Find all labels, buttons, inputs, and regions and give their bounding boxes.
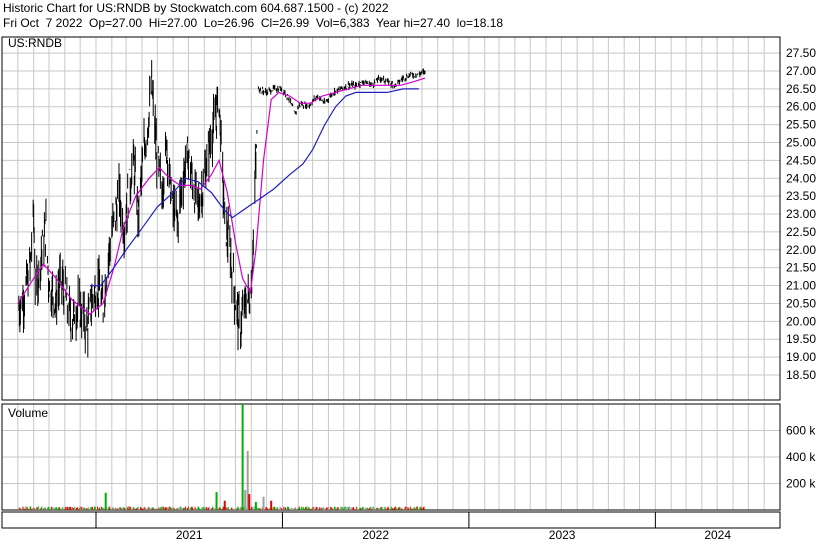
x-tick-label: 2024 [704, 528, 731, 542]
y-tick-label: 19.50 [786, 332, 816, 346]
volume-bar [241, 404, 244, 510]
x-tick-label: 2022 [362, 528, 389, 542]
y-tick-label: 23.00 [786, 207, 816, 221]
axis-labels: 27.50 27.00 26.50 26.00 25.50 25.00 24.50 24.00… [8, 36, 816, 542]
volume-bar [248, 494, 251, 510]
y-tick-label: 25.00 [786, 136, 816, 150]
stock-chart: 27.50 27.00 26.50 26.00 25.50 25.00 24.50 24.00… [1, 36, 816, 542]
volume-bar [262, 496, 265, 510]
y-tick-label: 19.00 [786, 350, 816, 364]
volume-bar [270, 500, 273, 510]
volume-bar [215, 492, 218, 510]
y-tick-label: 22.00 [786, 243, 816, 257]
volume-tick-label: 400 k [786, 450, 816, 464]
volume-bar [223, 500, 226, 510]
y-tick-label: 24.50 [786, 153, 816, 167]
x-tick-label: 2021 [176, 528, 203, 542]
x-tick-label: 2023 [549, 528, 576, 542]
x-axis-frame [1, 511, 781, 529]
y-tick-label: 18.50 [786, 368, 816, 382]
y-tick-label: 24.00 [786, 171, 816, 185]
volume-bar [104, 492, 107, 510]
y-tick-label: 22.50 [786, 225, 816, 239]
y-tick-label: 27.00 [786, 64, 816, 78]
y-tick-label: 21.50 [786, 261, 816, 275]
volume-tick-label: 600 k [786, 424, 816, 438]
moving-average-slow [89, 88, 419, 287]
symbol-label: US:RNDB [8, 36, 62, 50]
volume-bar [254, 502, 257, 510]
grid [1, 37, 781, 510]
y-tick-label: 26.50 [786, 82, 816, 96]
volume-bar [244, 490, 247, 510]
y-tick-label: 26.00 [786, 100, 816, 114]
y-tick-label: 20.50 [786, 296, 816, 310]
y-tick-label: 25.50 [786, 118, 816, 132]
y-tick-label: 20.00 [786, 314, 816, 328]
volume-title: Volume [8, 406, 48, 420]
volume-tick-label: 200 k [786, 477, 816, 491]
y-tick-label: 27.50 [786, 46, 816, 60]
y-tick-label: 23.50 [786, 189, 816, 203]
y-tick-label: 21.00 [786, 279, 816, 293]
